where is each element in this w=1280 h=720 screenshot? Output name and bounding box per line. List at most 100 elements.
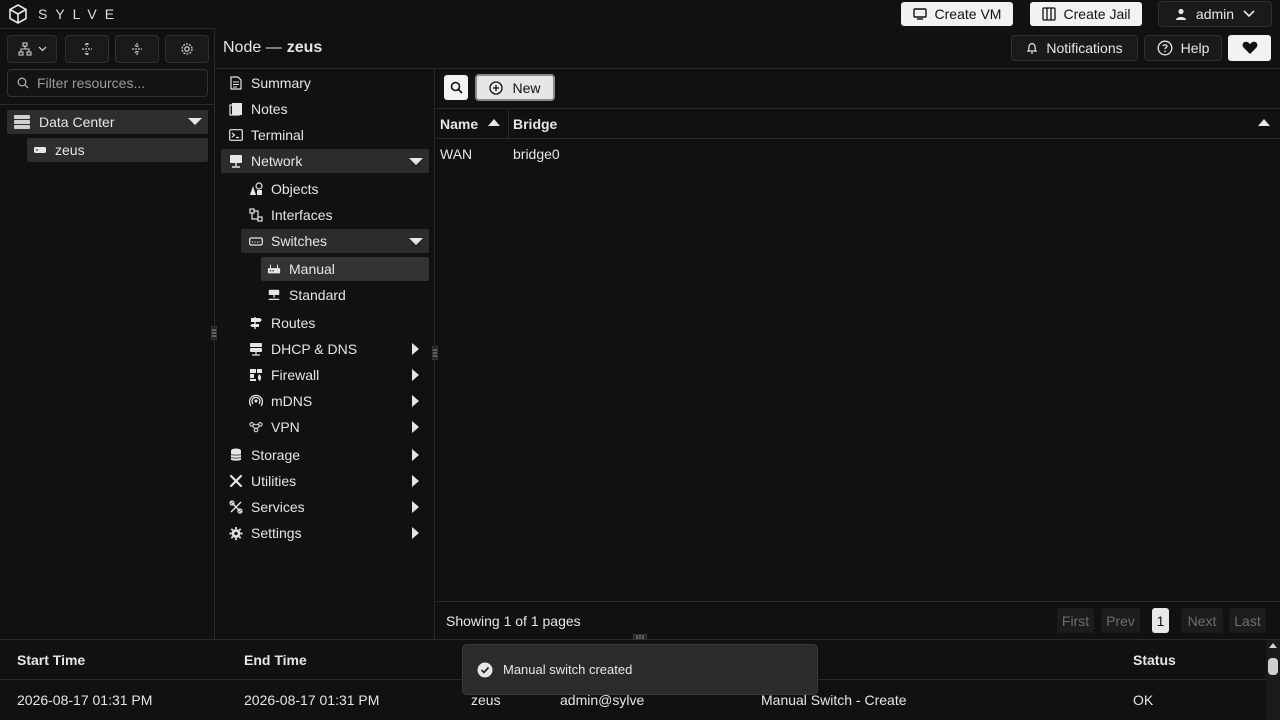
resize-handle-nav[interactable] xyxy=(432,346,438,360)
prev-page-button[interactable]: Prev xyxy=(1101,608,1140,633)
nav-label: Summary xyxy=(251,75,311,91)
tree-item-zeus[interactable]: zeus xyxy=(27,138,208,162)
nav-mdns[interactable]: mDNS xyxy=(249,389,429,413)
vpn-icon xyxy=(249,420,263,434)
datacenter-settings-button[interactable] xyxy=(165,35,209,63)
nav-label: Utilities xyxy=(251,473,297,489)
chevron-right-icon xyxy=(412,527,419,539)
database-icon xyxy=(229,448,243,462)
task-log-scrollbar[interactable] xyxy=(1266,640,1280,720)
nav-label: Firewall xyxy=(271,367,320,383)
search-button[interactable] xyxy=(444,75,468,100)
shapes-icon xyxy=(249,182,263,196)
nav-network[interactable]: Network xyxy=(221,149,429,173)
logo: SYLVE xyxy=(8,4,122,24)
file-text-icon xyxy=(229,76,243,90)
chevron-right-icon xyxy=(412,369,419,381)
tree-view-button[interactable] xyxy=(7,35,57,63)
bell-icon xyxy=(1026,42,1038,55)
column-divider xyxy=(508,109,509,139)
nav-firewall[interactable]: Firewall xyxy=(249,363,429,387)
nav-objects[interactable]: Objects xyxy=(249,177,429,201)
nav-interfaces[interactable]: Interfaces xyxy=(249,203,429,227)
table-header xyxy=(436,109,1280,139)
nav-label: Notes xyxy=(251,101,288,117)
nav-utilities[interactable]: Utilities xyxy=(229,469,429,493)
task-start-time: 2026-08-17 01:31 PM xyxy=(17,692,153,708)
chevron-down-icon xyxy=(1243,10,1255,18)
chevron-down-icon xyxy=(409,158,423,165)
ethernet-icon xyxy=(267,288,281,302)
nav-storage[interactable]: Storage xyxy=(229,443,429,467)
search-icon xyxy=(450,81,463,94)
divider xyxy=(0,104,214,105)
scroll-up-icon[interactable] xyxy=(1269,643,1277,648)
collapse-all-button[interactable] xyxy=(115,35,159,63)
nav-label: Objects xyxy=(271,181,319,197)
help-button[interactable]: Help xyxy=(1144,35,1222,61)
collapse-icon xyxy=(130,42,144,56)
nav-label: Routes xyxy=(271,315,316,331)
nav-services[interactable]: Services xyxy=(229,495,429,519)
server-network-icon xyxy=(249,342,263,356)
nav-terminal[interactable]: Terminal xyxy=(229,123,429,147)
tree-item-datacenter[interactable]: Data Center xyxy=(7,110,208,134)
filter-resources-field[interactable]: Filter resources... xyxy=(7,69,208,97)
notifications-button[interactable]: Notifications xyxy=(1011,35,1138,61)
breadcrumb: Node — zeus xyxy=(223,39,322,57)
chevron-right-icon xyxy=(412,395,419,407)
plus-circle-icon xyxy=(489,80,504,95)
nav-label: Switches xyxy=(271,233,328,249)
toast-notification: Manual switch created xyxy=(462,644,818,695)
chevron-right-icon xyxy=(412,475,419,487)
create-jail-button[interactable]: Create Jail xyxy=(1030,2,1142,26)
sort-asc-icon[interactable] xyxy=(488,119,500,126)
table-row[interactable] xyxy=(436,140,1280,168)
new-button[interactable]: New xyxy=(475,74,555,101)
monitor-icon xyxy=(912,8,927,20)
nav-label: VPN xyxy=(271,419,300,435)
help-label: Help xyxy=(1180,40,1210,56)
nav-settings[interactable]: Settings xyxy=(229,521,429,545)
nav-label: Storage xyxy=(251,447,301,463)
first-page-button[interactable]: First xyxy=(1057,608,1094,633)
column-header-start-time[interactable]: Start Time xyxy=(17,652,85,668)
toast-message: Manual switch created xyxy=(503,662,633,677)
nav-label: Terminal xyxy=(251,127,304,143)
sort-asc-icon[interactable] xyxy=(1258,119,1270,126)
tools-icon xyxy=(229,474,243,488)
nav-label: Manual xyxy=(289,261,335,277)
cell-bridge: bridge0 xyxy=(513,146,560,162)
expand-all-button[interactable] xyxy=(65,35,109,63)
donate-button[interactable] xyxy=(1228,35,1271,61)
switch-icon xyxy=(249,234,263,248)
nav-notes[interactable]: Notes xyxy=(229,97,429,121)
heart-icon xyxy=(1242,41,1258,55)
user-menu-button[interactable]: admin xyxy=(1158,1,1272,27)
nav-switches-standard[interactable]: Standard xyxy=(267,283,429,307)
next-page-button[interactable]: Next xyxy=(1181,608,1223,633)
scrollbar-thumb[interactable] xyxy=(1268,658,1278,675)
nav-label: mDNS xyxy=(271,393,313,409)
nav-summary[interactable]: Summary xyxy=(229,71,429,95)
column-header-end-time[interactable]: End Time xyxy=(244,652,307,668)
page-1-button[interactable]: 1 xyxy=(1152,608,1169,633)
column-header-bridge[interactable]: Bridge xyxy=(513,116,557,132)
create-vm-button[interactable]: Create VM xyxy=(901,2,1013,26)
nav-label: DHCP & DNS xyxy=(271,341,358,357)
nav-routes[interactable]: Routes xyxy=(249,311,429,335)
check-circle-icon xyxy=(477,662,493,678)
notifications-label: Notifications xyxy=(1046,40,1123,56)
nav-switches-manual[interactable]: Manual xyxy=(261,257,429,281)
last-page-button[interactable]: Last xyxy=(1229,608,1266,633)
nav-dhcp-dns[interactable]: DHCP & DNS xyxy=(249,337,429,361)
chevron-right-icon xyxy=(412,421,419,433)
nav-vpn[interactable]: VPN xyxy=(249,415,429,439)
column-header-name[interactable]: Name xyxy=(440,116,478,132)
column-header-status[interactable]: Status xyxy=(1133,652,1176,668)
cell-name: WAN xyxy=(440,146,473,162)
services-icon xyxy=(229,500,243,514)
nav-switches[interactable]: Switches xyxy=(241,229,429,253)
task-end-time: 2026-08-17 01:31 PM xyxy=(244,692,380,708)
user-name: admin xyxy=(1195,6,1235,22)
